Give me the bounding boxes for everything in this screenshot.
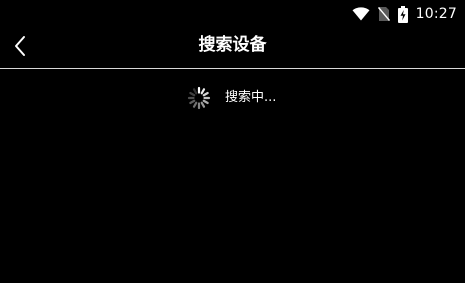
battery-charging-icon xyxy=(397,5,408,23)
status-icons: 10:27 xyxy=(352,5,457,23)
search-status-text: 搜索中... xyxy=(225,90,277,105)
page-title: 搜索设备 xyxy=(198,35,267,55)
no-sim-icon xyxy=(377,7,390,21)
header-divider xyxy=(0,68,465,69)
wifi-icon xyxy=(352,7,370,21)
app-bar: 搜索设备 xyxy=(0,28,465,68)
device-search-screen: 10:27 搜索设备 搜索中... xyxy=(0,0,465,283)
status-bar: 10:27 xyxy=(0,0,465,28)
loading-spinner-icon xyxy=(187,86,211,110)
search-status: 搜索中... xyxy=(187,86,276,110)
status-time: 10:27 xyxy=(415,6,457,22)
